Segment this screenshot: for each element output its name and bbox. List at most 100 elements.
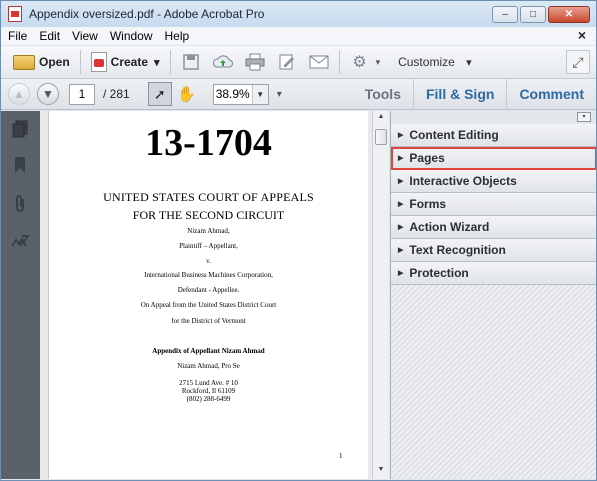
toolbar-divider	[169, 50, 171, 74]
signatures-icon[interactable]	[10, 232, 30, 252]
court-line-2: FOR THE SECOND CIRCUIT	[132, 208, 285, 222]
toolbar-divider	[79, 50, 81, 74]
zoom-select[interactable]: 38.9% ▼	[212, 83, 269, 105]
expand-triangle-icon: ▶	[398, 201, 404, 208]
appendix-title: Appendix of Appellant Nizam Ahmad	[152, 347, 265, 355]
panel-content-editing[interactable]: ▶ Content Editing	[391, 124, 596, 147]
acrobat-window: Appendix oversized.pdf - Adobe Acrobat P…	[0, 0, 597, 481]
expand-triangle-icon: ▶	[398, 155, 404, 162]
close-button[interactable]: ✕	[548, 6, 590, 23]
settings-dropdown-icon[interactable]: ▾	[376, 57, 381, 68]
scroll-down-icon[interactable]: ▼	[376, 466, 386, 476]
versus: v.	[206, 257, 211, 265]
tools-pane: ▾ ▶ Content Editing ▶ Pages ▶ Interactiv…	[390, 111, 596, 479]
folder-icon	[13, 54, 35, 70]
panel-forms[interactable]: ▶ Forms	[391, 193, 596, 216]
panel-text-recognition[interactable]: ▶ Text Recognition	[391, 239, 596, 262]
expand-triangle-icon: ▶	[398, 270, 404, 277]
close-icon: ✕	[564, 9, 574, 20]
appeal-line-2: for the District of Vermont	[171, 317, 246, 325]
case-number: 13-1704	[145, 122, 272, 164]
expand-triangle-icon: ▶	[398, 224, 404, 231]
save-icon[interactable]	[180, 51, 202, 73]
minimize-button[interactable]: –	[492, 6, 518, 23]
panel-label: Protection	[409, 266, 469, 280]
window-controls: – □ ✕	[492, 6, 590, 23]
panel-label: Text Recognition	[409, 243, 506, 257]
cursor-icon: ➚	[153, 85, 166, 102]
open-button[interactable]: Open	[7, 49, 76, 75]
customize-label: Customize	[398, 55, 455, 69]
tab-fill-sign[interactable]: Fill & Sign	[412, 79, 506, 110]
plaintiff-name: Nizam Ahmad,	[187, 227, 230, 235]
chevron-down-icon: ▾	[154, 56, 160, 69]
panel-pages[interactable]: ▶ Pages	[391, 147, 596, 170]
bookmarks-icon[interactable]	[10, 155, 30, 175]
print-icon[interactable]	[244, 51, 266, 73]
panel-action-wizard[interactable]: ▶ Action Wizard	[391, 216, 596, 239]
chevron-down-icon[interactable]: ▼	[251, 84, 268, 104]
menu-help[interactable]: Help	[159, 29, 196, 43]
attachments-icon[interactable]	[10, 194, 30, 214]
page-total: / 281	[103, 87, 130, 101]
menu-window[interactable]: Window	[104, 29, 159, 43]
panel-label: Interactive Objects	[409, 174, 517, 188]
plaintiff-role: Plaintiff – Appellant,	[179, 242, 238, 250]
email-icon[interactable]	[308, 51, 330, 73]
tab-tools[interactable]: Tools	[353, 79, 413, 110]
pdf-file-icon	[8, 6, 22, 22]
expand-triangle-icon: ▶	[398, 247, 404, 254]
expand-full-screen-button[interactable]: ⤢	[566, 50, 590, 74]
vertical-scrollbar[interactable]: ▲ ▼	[372, 111, 389, 479]
toolbar-divider	[338, 50, 340, 74]
customize-button[interactable]: Customize ▾	[398, 55, 472, 69]
expand-triangle-icon: ▶	[398, 132, 404, 139]
maximize-button[interactable]: □	[520, 6, 546, 23]
appeal-line-1: On Appeal from the United States Distric…	[140, 301, 277, 309]
scroll-up-icon[interactable]: ▲	[376, 113, 386, 123]
select-tool-button[interactable]: ➚	[147, 82, 172, 106]
panel-label: Forms	[409, 197, 447, 211]
panel-label: Content Editing	[409, 128, 499, 142]
court-line-1: UNITED STATES COURT OF APPEALS	[103, 190, 314, 204]
panel-label: Pages	[409, 151, 445, 165]
left-navigation-pane	[1, 111, 40, 479]
document-view[interactable]: 13-1704 UNITED STATES COURT OF APPEALS F…	[40, 111, 372, 479]
settings-icon[interactable]: ⚙	[349, 51, 371, 73]
previous-page-button[interactable]: ▲	[8, 83, 30, 105]
arrow-down-icon: ▼	[42, 87, 54, 101]
create-pdf-icon	[90, 52, 107, 72]
defendant-role: Defendant - Appellee.	[177, 286, 240, 294]
panel-protection[interactable]: ▶ Protection	[391, 262, 596, 285]
defendant-name: International Business Machines Corporat…	[144, 271, 273, 279]
address-line-1: 2715 Lund Ave. # 10	[179, 379, 238, 387]
document-close-button[interactable]: ×	[578, 27, 586, 43]
scroll-thumb[interactable]	[375, 129, 387, 145]
page-thumbnails-icon[interactable]	[10, 119, 30, 139]
pane-options-icon[interactable]: ▾	[577, 112, 591, 122]
hand-tool-button[interactable]: ✋	[175, 82, 199, 106]
create-button[interactable]: Create ▾	[85, 49, 166, 75]
tools-pane-header: ▾	[391, 111, 596, 124]
menu-edit[interactable]: Edit	[33, 29, 66, 43]
page-number-input[interactable]: 1	[69, 83, 95, 105]
tab-comment[interactable]: Comment	[506, 79, 596, 110]
page-footer-number: 1	[339, 452, 343, 460]
menu-bar: File Edit View Window Help ×	[1, 27, 596, 45]
arrow-up-icon: ▲	[13, 87, 25, 101]
pro-se: Nizam Ahmad, Pro Se	[177, 362, 240, 370]
menu-view[interactable]: View	[66, 29, 104, 43]
more-tools-icon[interactable]: ▾	[277, 89, 282, 100]
cloud-upload-icon[interactable]	[212, 51, 234, 73]
panel-interactive-objects[interactable]: ▶ Interactive Objects	[391, 170, 596, 193]
expand-arrows-icon: ⤢	[572, 53, 584, 70]
pdf-page: 13-1704 UNITED STATES COURT OF APPEALS F…	[48, 111, 368, 479]
address-line-2: Rockford, Il 61109	[181, 387, 236, 395]
menu-file[interactable]: File	[1, 29, 33, 43]
chevron-down-icon: ▾	[466, 57, 472, 69]
create-label: Create	[110, 55, 149, 69]
title-bar: Appendix oversized.pdf - Adobe Acrobat P…	[1, 1, 596, 27]
maximize-icon: □	[529, 9, 537, 20]
next-page-button[interactable]: ▼	[37, 83, 59, 105]
edit-icon[interactable]	[276, 51, 298, 73]
